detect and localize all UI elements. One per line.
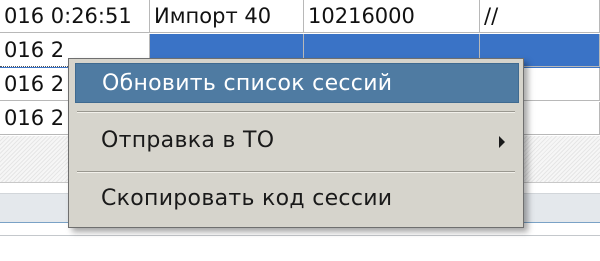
- table-row[interactable]: 016 0:26:51 Импорт 40 10216000 //: [0, 0, 600, 34]
- table-cell-date[interactable]: 016 0:26:51: [0, 0, 150, 33]
- table-cell-name[interactable]: Импорт 40: [150, 0, 304, 33]
- menu-item-copy-session-code[interactable]: Скопировать код сессии: [75, 179, 519, 219]
- context-menu: Обновить список сессий Отправка в ТО Ско…: [68, 58, 524, 228]
- panel-divider: [0, 235, 600, 236]
- table-cell-code[interactable]: 10216000: [304, 0, 480, 33]
- menu-item-refresh-sessions[interactable]: Обновить список сессий: [75, 63, 519, 103]
- menu-item-send-to-to[interactable]: Отправка в ТО: [75, 121, 519, 161]
- table-cell-path[interactable]: //: [480, 0, 600, 33]
- menu-separator: [77, 111, 515, 113]
- menu-item-label: Скопировать код сессии: [101, 186, 393, 211]
- menu-separator: [77, 171, 515, 173]
- submenu-arrow-icon: [499, 136, 505, 148]
- menu-item-label: Отправка в ТО: [101, 128, 275, 153]
- menu-item-label: Обновить список сессий: [102, 71, 393, 96]
